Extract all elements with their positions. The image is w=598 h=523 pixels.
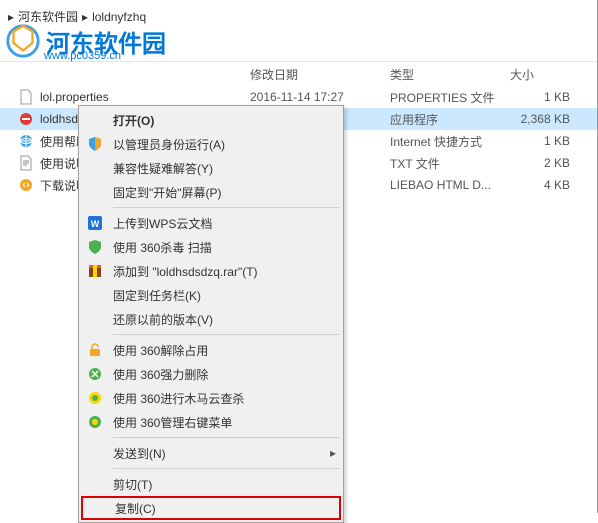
unlock-icon	[85, 340, 105, 360]
menu-copy[interactable]: 复制(C)	[81, 496, 341, 520]
menu360-icon	[85, 412, 105, 432]
col-date[interactable]: 修改日期	[250, 66, 390, 83]
file-type: TXT 文件	[390, 155, 510, 172]
col-type[interactable]: 类型	[390, 66, 510, 83]
shield-green-icon	[85, 237, 105, 257]
menu-360-unlock[interactable]: 使用 360解除占用	[81, 338, 341, 362]
file-type: 应用程序	[390, 111, 510, 128]
logo-url: www.pc0359.cn	[44, 50, 121, 62]
menu-separator	[113, 334, 340, 335]
file-icon	[18, 133, 34, 149]
rar-icon	[85, 261, 105, 281]
menu-pin-taskbar[interactable]: 固定到任务栏(K)	[81, 283, 341, 307]
menu-pin-start[interactable]: 固定到"开始"屏幕(P)	[81, 180, 341, 204]
file-icon	[18, 155, 34, 171]
menu-open[interactable]: 打开(O)	[81, 108, 341, 132]
menu-360-trojan[interactable]: 使用 360进行木马云查杀	[81, 386, 341, 410]
svg-text:W: W	[91, 219, 100, 229]
file-name: lol.properties	[40, 90, 250, 104]
file-type: Internet 快捷方式	[390, 133, 510, 150]
file-date: 2016-11-14 17:27	[250, 90, 390, 104]
menu-cut[interactable]: 剪切(T)	[81, 472, 341, 496]
file-icon	[18, 89, 34, 105]
file-type: LIEBAO HTML D...	[390, 178, 510, 192]
file-size: 4 KB	[510, 178, 570, 192]
file-size: 2 KB	[510, 156, 570, 170]
logo-icon	[4, 22, 42, 60]
file-size: 1 KB	[510, 134, 570, 148]
menu-360-scan[interactable]: 使用 360杀毒 扫描	[81, 235, 341, 259]
menu-wps-upload[interactable]: W上传到WPS云文档	[81, 211, 341, 235]
file-icon	[18, 111, 34, 127]
file-icon	[18, 177, 34, 193]
trojan-icon	[85, 388, 105, 408]
file-size: 1 KB	[510, 90, 570, 104]
menu-separator	[113, 437, 340, 438]
menu-separator	[113, 468, 340, 469]
menu-360-rightclick[interactable]: 使用 360管理右键菜单	[81, 410, 341, 434]
column-headers: 修改日期 类型 大小	[0, 62, 597, 86]
menu-separator	[113, 207, 340, 208]
context-menu: 打开(O) 以管理员身份运行(A) 兼容性疑难解答(Y) 固定到"开始"屏幕(P…	[78, 105, 344, 523]
shield-icon	[85, 134, 105, 154]
menu-run-as-admin[interactable]: 以管理员身份运行(A)	[81, 132, 341, 156]
menu-send-to[interactable]: 发送到(N)▸	[81, 441, 341, 465]
col-size[interactable]: 大小	[510, 66, 570, 83]
delete-icon	[85, 364, 105, 384]
menu-360-delete[interactable]: 使用 360强力删除	[81, 362, 341, 386]
file-size: 2,368 KB	[510, 112, 570, 126]
menu-restore-version[interactable]: 还原以前的版本(V)	[81, 307, 341, 331]
file-type: PROPERTIES 文件	[390, 89, 510, 106]
menu-add-rar[interactable]: 添加到 "loldhsdsdzq.rar"(T)	[81, 259, 341, 283]
wps-icon: W	[85, 213, 105, 233]
chevron-right-icon: ▸	[325, 446, 341, 460]
menu-compat[interactable]: 兼容性疑难解答(Y)	[81, 156, 341, 180]
